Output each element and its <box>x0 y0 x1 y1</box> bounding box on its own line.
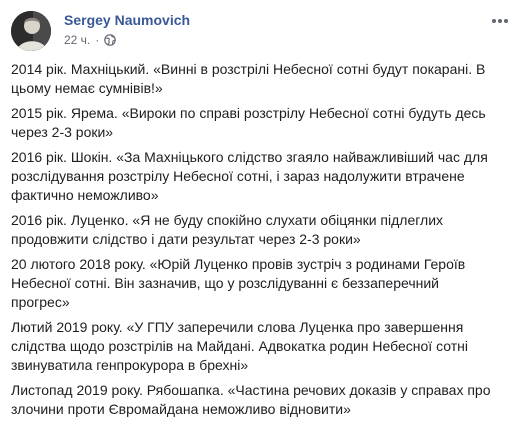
more-options-icon[interactable] <box>488 11 512 31</box>
meta-separator: · <box>95 33 100 47</box>
post-paragraph: Лютий 2019 року. «У ГПУ заперечили слова… <box>11 319 468 373</box>
post-paragraph: 2014 рік. Махніцький. «Винні в розстрілі… <box>11 61 486 96</box>
post-paragraph: 2016 рік. Шокін. «За Махніцького слідств… <box>11 149 488 203</box>
facebook-post: Sergey Naumovich 22 ч. · 2014 рік. Махні <box>0 0 523 434</box>
post-paragraph: 20 лютого 2018 року. «Юрій Луценко прові… <box>11 256 466 310</box>
globe-icon[interactable] <box>104 34 117 46</box>
post-paragraph: 2015 рік. Ярема. «Вироки по справі розст… <box>11 105 486 140</box>
post-paragraph: Листопад 2019 року. Рябошапка. «Частина … <box>11 382 491 417</box>
avatar[interactable] <box>11 11 51 51</box>
author-name-link[interactable]: Sergey Naumovich <box>64 12 190 28</box>
post-timestamp[interactable]: 22 ч. <box>64 33 90 47</box>
post-meta: 22 ч. · <box>64 33 117 47</box>
post-header: Sergey Naumovich 22 ч. · <box>11 11 512 55</box>
post-text: 2014 рік. Махніцький. «Винні в розстрілі… <box>11 60 501 425</box>
post-paragraph: 2016 рік. Луценко. «Я не буду спокійно с… <box>11 212 444 247</box>
